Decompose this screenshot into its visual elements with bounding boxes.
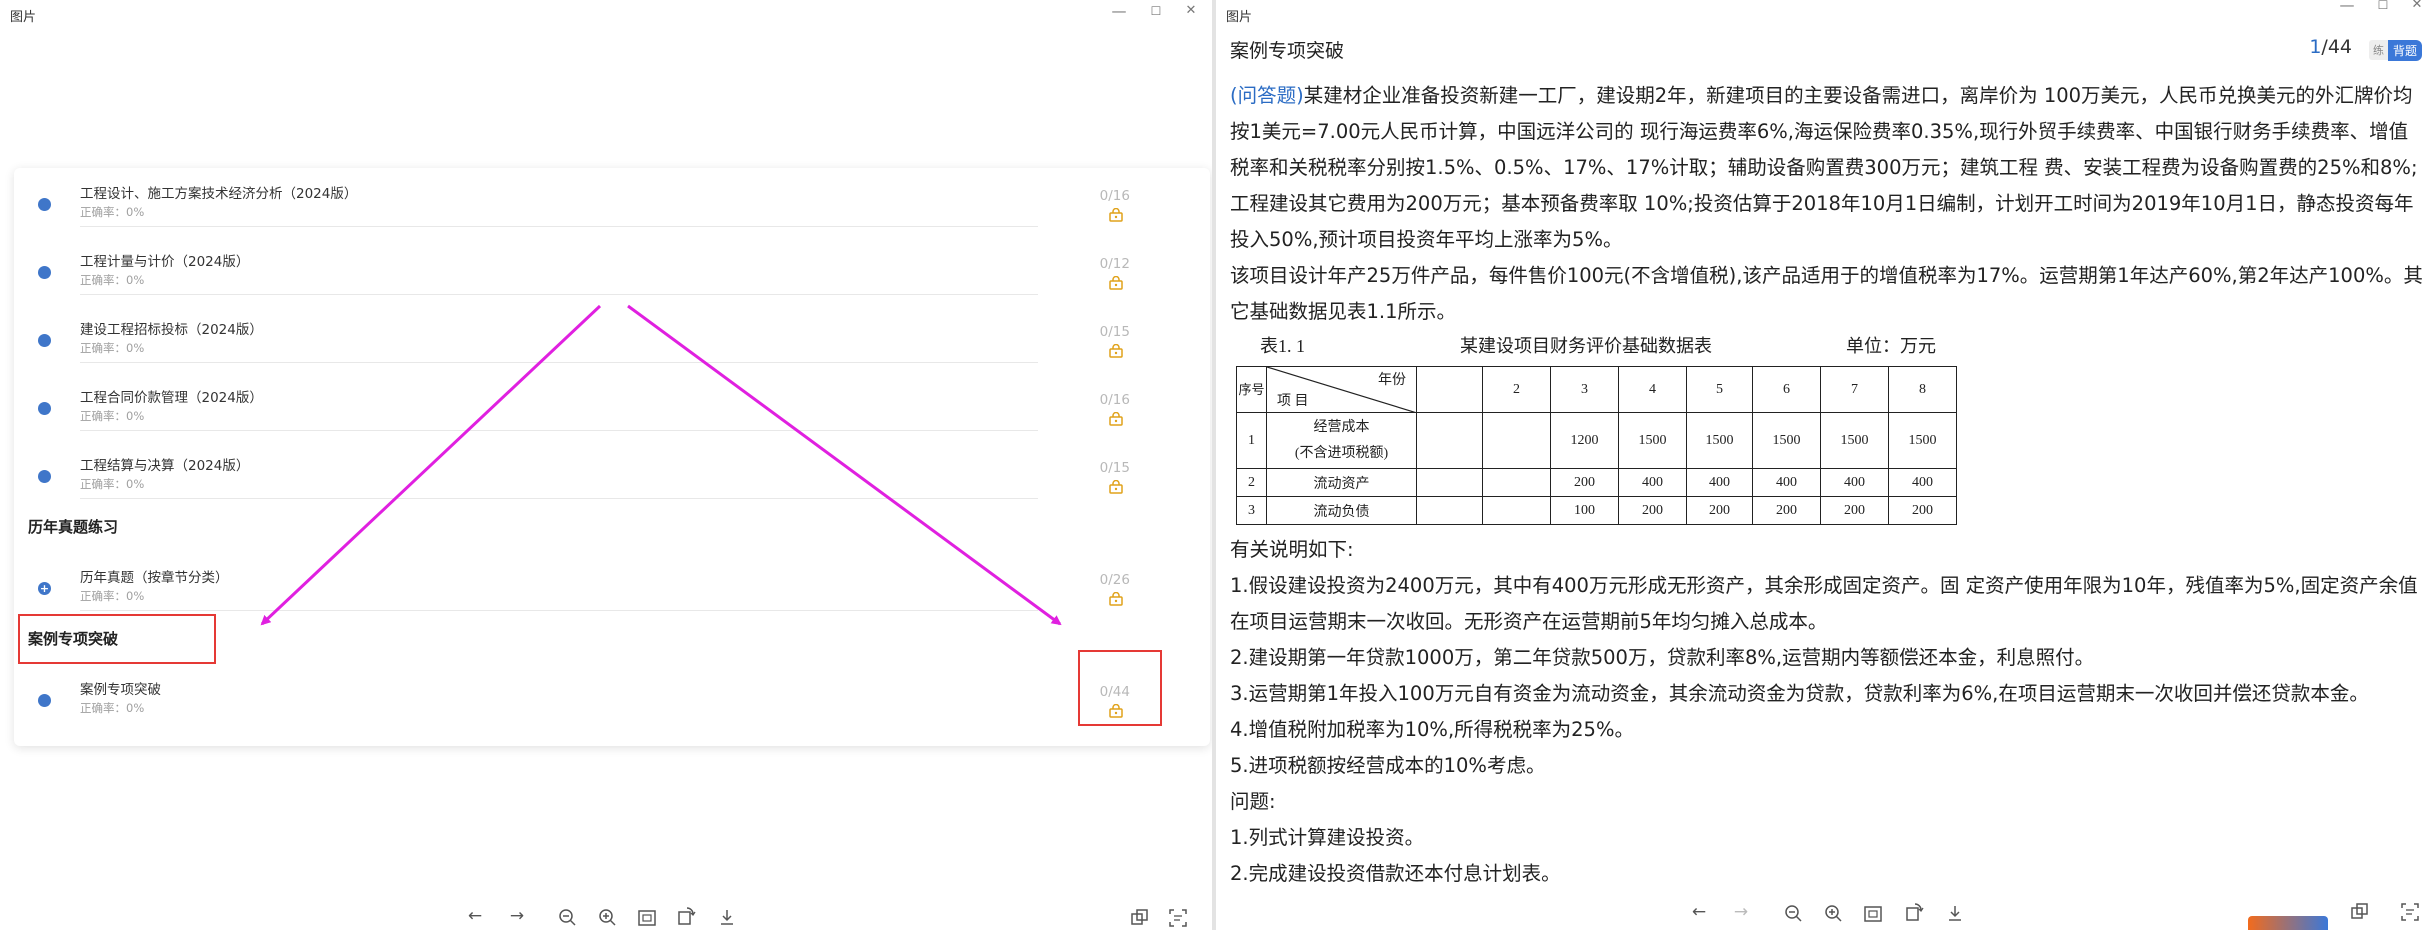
note-item: 4.增值税附加税率为10%,所得税税率为25%。 xyxy=(1230,718,1634,741)
cell: 400 xyxy=(1820,468,1889,497)
notes-title: 有关说明如下: xyxy=(1230,538,1354,561)
header-year-7: 7 xyxy=(1820,366,1889,413)
question-item: 1.列式计算建设投资。 xyxy=(1230,826,1425,849)
header-year-2: 2 xyxy=(1482,366,1551,413)
cell: 400 xyxy=(1888,468,1957,497)
right-image-viewer-window: 图片 — ☐ ✕ 案例专项突破 1/44 练 背题 (问答题)某建材企业准备投资… xyxy=(1216,0,2434,930)
header-year-5: 5 xyxy=(1686,366,1753,413)
total-questions: /44 xyxy=(2321,36,2352,58)
minimize-button[interactable]: — xyxy=(2336,0,2358,14)
download-icon[interactable] xyxy=(1946,904,1964,922)
question-paragraph-1: 某建材企业准备投资新建一工厂，建设期2年，新建项目的主要设备需进口，离岸价为 1… xyxy=(1230,84,2418,251)
zoom-out-icon[interactable] xyxy=(1784,904,1804,924)
arrow-left xyxy=(260,304,602,626)
cell: 100 xyxy=(1550,496,1619,525)
ocr-scan-icon[interactable] xyxy=(1168,908,1188,928)
header-year: 年份 xyxy=(1378,373,1406,388)
cell: 400 xyxy=(1752,468,1821,497)
cell xyxy=(1416,496,1483,525)
row-no: 1 xyxy=(1236,412,1267,469)
note-item: 3.运营期第1年投入100万元自有资金为流动资金，其余流动资金为贷款，贷款利率为… xyxy=(1230,682,2369,705)
header-year-4: 4 xyxy=(1618,366,1687,413)
note-item: 1.假设建设投资为2400万元，其中有400万元形成无形资产，其余形成固定资产。… xyxy=(1230,574,2418,633)
question-counter: 1/44 xyxy=(2309,36,2352,58)
left-image-viewer-window: 图片 — ☐ ✕ 工程设计、施工方案技术经济分析（2024版） 正确率：0% 0… xyxy=(0,0,1212,930)
recite-mode-badge[interactable]: 背题 xyxy=(2387,40,2422,61)
cell: 1500 xyxy=(1888,412,1957,469)
next-image-button[interactable]: → xyxy=(504,906,530,926)
ocr-scan-icon[interactable] xyxy=(2400,902,2420,922)
rotate-icon[interactable] xyxy=(1904,902,1924,922)
header-item: 项 目 xyxy=(1277,394,1309,409)
header-seq: 序号 xyxy=(1236,366,1267,413)
cell: 1500 xyxy=(1820,412,1889,469)
question-type-tag: (问答题) xyxy=(1230,84,1304,107)
cell: 400 xyxy=(1686,468,1753,497)
next-image-button[interactable]: → xyxy=(1728,902,1754,922)
cell: 1500 xyxy=(1686,412,1753,469)
zoom-in-icon[interactable] xyxy=(598,908,618,928)
row-no: 3 xyxy=(1236,496,1267,525)
arrow-right xyxy=(627,304,1062,626)
fit-screen-icon[interactable] xyxy=(638,910,656,926)
cell: 1200 xyxy=(1550,412,1619,469)
basic-data-table: 序号 年份 项 目 2 3 4 5 6 7 8 1 经营成本(不含进项税额) xyxy=(1236,366,1957,525)
row-name: 流动负债 xyxy=(1266,496,1417,525)
questions-title: 问题: xyxy=(1230,790,1276,813)
cell: 200 xyxy=(1752,496,1821,525)
header-year-1 xyxy=(1416,366,1483,413)
prev-image-button[interactable]: ← xyxy=(462,906,488,926)
question-item: 2.完成建设投资借款还本付息计划表。 xyxy=(1230,862,1561,885)
page-title: 案例专项突破 xyxy=(1230,40,1345,62)
header-year-8: 8 xyxy=(1888,366,1957,413)
note-item: 5.进项税额按经营成本的10%考虑。 xyxy=(1230,754,1546,777)
header-year-3: 3 xyxy=(1550,366,1619,413)
table-row: 1 经营成本 (不含进项税额) 1200 1500 1500 1500 1500 … xyxy=(1236,412,1957,469)
table-caption: 某建设项目财务评价基础数据表 xyxy=(1460,336,1712,356)
table-row: 3 流动负债 100 200 200 200 200 200 xyxy=(1236,496,1957,525)
cell: 1500 xyxy=(1618,412,1687,469)
cell xyxy=(1482,496,1551,525)
zoom-in-icon[interactable] xyxy=(1824,904,1844,924)
cell: 200 xyxy=(1550,468,1619,497)
practice-mode-badge[interactable]: 练 xyxy=(2369,40,2388,60)
window-title: 图片 xyxy=(1226,10,1253,25)
row-name: 流动资产 xyxy=(1266,468,1417,497)
row-name: 经营成本 (不含进项税额) xyxy=(1266,412,1417,469)
fit-screen-icon[interactable] xyxy=(1864,906,1882,922)
question-body: (问答题)某建材企业准备投资新建一工厂，建设期2年，新建项目的主要设备需进口，离… xyxy=(1230,78,2426,330)
cell: 200 xyxy=(1820,496,1889,525)
cell xyxy=(1482,468,1551,497)
cell xyxy=(1482,412,1551,469)
cell: 400 xyxy=(1618,468,1687,497)
zoom-out-icon[interactable] xyxy=(558,908,578,928)
rotate-icon[interactable] xyxy=(676,906,696,926)
table-number: 表1. 1 xyxy=(1260,336,1305,356)
header-year-6: 6 xyxy=(1752,366,1821,413)
close-button[interactable]: ✕ xyxy=(2406,0,2428,12)
current-question-number: 1 xyxy=(2309,36,2322,58)
floating-app-badge[interactable] xyxy=(2248,916,2328,930)
notes-section: 有关说明如下: 1.假设建设投资为2400万元，其中有400万元形成无形资产，其… xyxy=(1230,532,2426,892)
download-icon[interactable] xyxy=(718,908,736,926)
cell xyxy=(1416,412,1483,469)
cell: 200 xyxy=(1686,496,1753,525)
cell: 1500 xyxy=(1752,412,1821,469)
cell: 200 xyxy=(1618,496,1687,525)
cell: 200 xyxy=(1888,496,1957,525)
copy-icon[interactable] xyxy=(2350,902,2370,922)
table-unit: 单位：万元 xyxy=(1846,336,1936,356)
table-row: 2 流动资产 200 400 400 400 400 400 xyxy=(1236,468,1957,497)
note-item: 2.建设期第一年贷款1000万，第二年贷款500万，贷款利率8%,运营期内等额偿… xyxy=(1230,646,2095,669)
row-no: 2 xyxy=(1236,468,1267,497)
cell xyxy=(1416,468,1483,497)
copy-icon[interactable] xyxy=(1130,908,1150,928)
question-paragraph-2: 该项目设计年产25万件产品，每件售价100元(不含增值税),该产品适用于的增值税… xyxy=(1230,264,2423,323)
prev-image-button[interactable]: ← xyxy=(1686,902,1712,922)
maximize-button[interactable]: ☐ xyxy=(2372,0,2394,12)
annotation-arrows xyxy=(260,304,1062,626)
header-diagonal-cell: 年份 项 目 xyxy=(1266,366,1417,413)
